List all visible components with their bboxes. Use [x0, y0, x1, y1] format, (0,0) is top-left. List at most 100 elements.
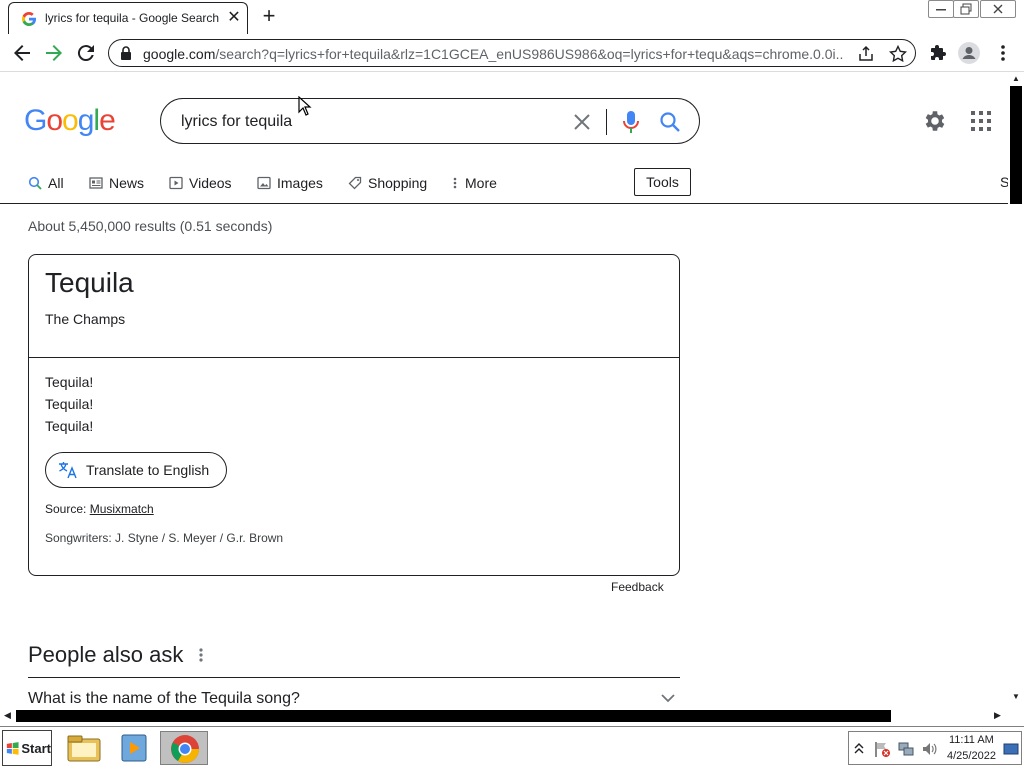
restore-icon [960, 3, 972, 15]
reload-button[interactable] [74, 41, 98, 65]
volume-icon[interactable] [921, 740, 939, 758]
tab-close-icon[interactable]: ✕ [225, 9, 243, 27]
paa-question[interactable]: What is the name of the Tequila song? [28, 690, 300, 708]
share-icon[interactable] [857, 45, 875, 63]
scroll-right-arrow-icon[interactable]: ▶ [994, 710, 1001, 721]
logo-letter: G [24, 104, 47, 137]
address-bar[interactable]: google.com/search?q=lyrics+for+tequila&r… [108, 39, 916, 67]
media-player-icon[interactable] [116, 731, 152, 765]
chrome-taskbar-button[interactable] [160, 731, 208, 765]
tab-images[interactable]: Images [257, 173, 323, 193]
extensions-puzzle-icon[interactable] [928, 43, 948, 63]
logo-letter: o [62, 104, 79, 137]
tab-label: All [48, 175, 64, 191]
search-input[interactable] [181, 111, 561, 133]
tab-title: lyrics for tequila - Google Search [45, 11, 220, 25]
profile-avatar-icon[interactable] [958, 42, 980, 64]
card-divider [29, 357, 679, 358]
action-center-flag-icon[interactable] [873, 740, 891, 758]
window-restore-button[interactable] [953, 0, 979, 18]
tab-all[interactable]: All [28, 173, 64, 193]
people-also-ask-title: People also ask [28, 642, 184, 667]
mouse-cursor-icon [298, 96, 312, 116]
horizontal-scroll-thumb[interactable] [16, 710, 891, 722]
new-tab-button[interactable]: + [258, 5, 280, 27]
google-favicon-icon [22, 12, 36, 26]
horizontal-scrollbar[interactable]: ◀ ▶ [0, 708, 1008, 724]
tab-label: Images [277, 175, 323, 191]
search-box[interactable] [160, 98, 700, 144]
tab-videos[interactable]: Videos [169, 173, 232, 193]
windows-logo-icon [6, 742, 19, 755]
clock-time[interactable]: 11:11 AM [949, 734, 994, 746]
tools-button[interactable]: Tools [634, 168, 691, 196]
file-explorer-icon[interactable] [66, 731, 102, 765]
tab-shopping[interactable]: Shopping [348, 173, 427, 193]
feedback-link[interactable]: Feedback [611, 580, 664, 594]
scroll-up-arrow-icon[interactable]: ▲ [1012, 74, 1020, 83]
url-host: google.com [143, 46, 216, 62]
lyric-line: Tequila! [45, 396, 94, 412]
show-hidden-icons-icon[interactable] [853, 740, 865, 758]
more-vert-icon [453, 177, 457, 189]
song-title: Tequila [45, 267, 134, 298]
clear-icon[interactable] [571, 111, 593, 133]
scroll-down-arrow-icon[interactable]: ▼ [1012, 692, 1020, 701]
lyrics-source: Source: Musixmatch [45, 502, 154, 516]
lyric-line: Tequila! [45, 374, 94, 390]
network-icon[interactable] [897, 740, 915, 758]
back-button[interactable] [10, 41, 34, 65]
search-icon[interactable] [659, 111, 681, 133]
chevron-down-icon[interactable] [660, 690, 676, 706]
chrome-icon [171, 735, 199, 763]
logo-letter: e [99, 104, 116, 137]
system-tray: 11:11 AM 4/25/2022 [848, 731, 1022, 765]
window-close-button[interactable] [980, 0, 1016, 18]
clock-date[interactable]: 4/25/2022 [947, 750, 996, 762]
bookmark-star-icon[interactable] [889, 45, 907, 63]
video-icon [169, 176, 183, 190]
result-stats: About 5,450,000 results (0.51 seconds) [28, 218, 273, 234]
scroll-left-arrow-icon[interactable]: ◀ [4, 710, 11, 721]
lock-icon [121, 46, 131, 60]
tab-label: More [465, 175, 497, 191]
google-logo[interactable]: Google [24, 104, 116, 138]
reload-icon [77, 45, 94, 62]
search-divider [606, 109, 607, 135]
tab-more[interactable]: More [451, 173, 497, 193]
tab-label: News [109, 175, 145, 191]
browser-tab[interactable]: lyrics for tequila - Google Search ✕ [8, 2, 248, 34]
vertical-scroll-thumb[interactable] [1010, 86, 1022, 204]
arrow-right-icon [46, 45, 62, 61]
translate-label: Translate to English [86, 462, 210, 478]
url-text: google.com/search?q=lyrics+for+tequila&r… [143, 46, 843, 62]
translate-icon [59, 462, 77, 479]
window-minimize-button[interactable] [928, 0, 954, 18]
settings-gear-icon[interactable] [922, 108, 948, 134]
lyrics-card: Tequila The Champs Tequila! Tequila! Teq… [28, 254, 680, 576]
song-artist[interactable]: The Champs [45, 311, 125, 327]
tab-label: Shopping [368, 175, 428, 191]
source-prefix: Source: [45, 502, 90, 516]
paa-divider [28, 677, 680, 678]
arrow-left-icon [14, 45, 30, 61]
tab-label: Videos [189, 175, 232, 191]
lyric-line: Tequila! [45, 418, 94, 434]
more-vert-icon[interactable] [196, 646, 206, 664]
show-desktop-icon[interactable] [1003, 740, 1019, 758]
forward-button[interactable] [42, 41, 66, 65]
google-apps-grid-icon[interactable] [970, 110, 992, 132]
translate-button[interactable]: Translate to English [45, 452, 227, 488]
songwriters: Songwriters: J. Styne / S. Meyer / G.r. … [45, 531, 284, 545]
url-path: /search?q=lyrics+for+tequila&rlz=1C1GCEA… [215, 46, 843, 62]
browser-menu-icon[interactable] [993, 43, 1013, 63]
start-button[interactable]: Start [2, 730, 52, 766]
image-icon [257, 176, 271, 190]
tab-news[interactable]: News [89, 173, 144, 193]
source-link[interactable]: Musixmatch [90, 502, 154, 516]
vertical-scrollbar[interactable]: ▲ ▼ [1008, 72, 1024, 708]
microphone-icon[interactable] [621, 110, 641, 134]
tag-icon [348, 176, 362, 190]
close-icon [993, 4, 1003, 14]
logo-letter: o [46, 104, 63, 137]
